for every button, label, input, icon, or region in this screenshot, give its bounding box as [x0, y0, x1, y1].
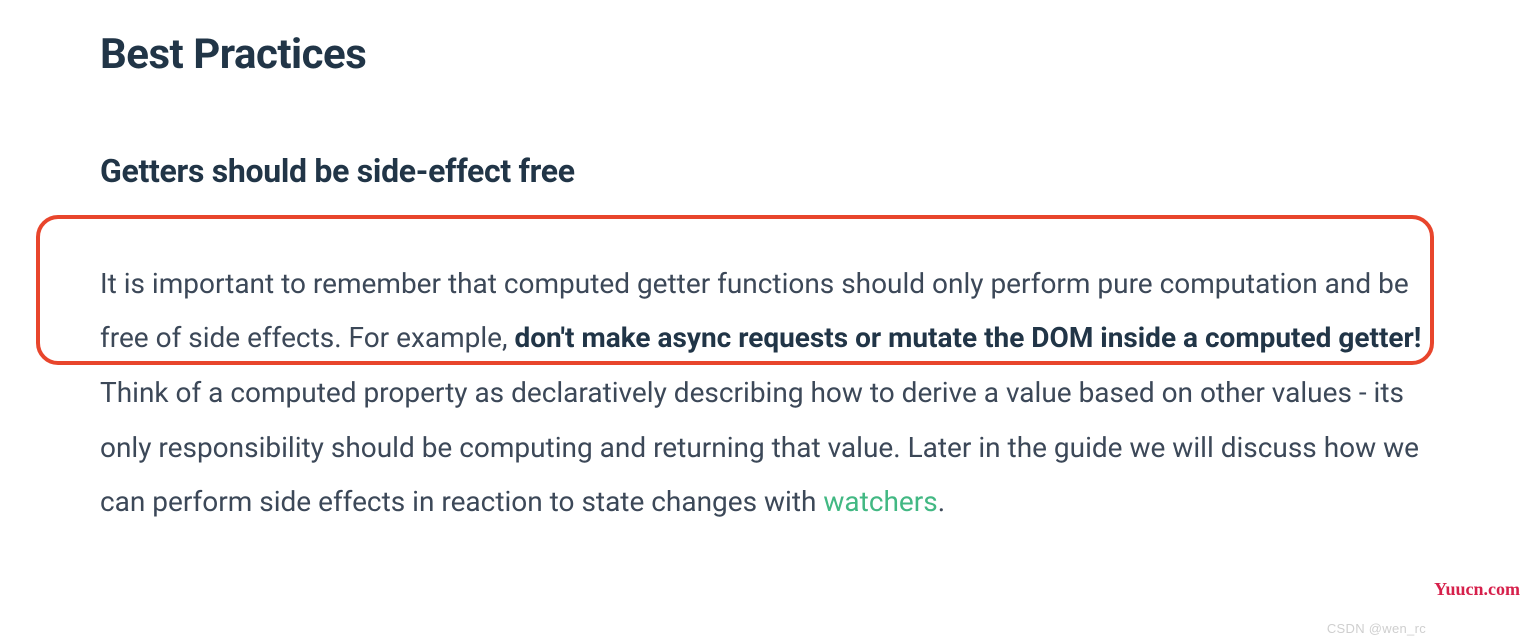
document-content: Best Practices Getters should be side-ef…	[100, 30, 1440, 530]
paragraph-text-3: .	[938, 485, 945, 518]
paragraph-wrapper: It is important to remember that compute…	[100, 221, 1440, 530]
watermark-yuucn: Yuucn.com	[1434, 579, 1520, 600]
watchers-link[interactable]: watchers	[823, 485, 937, 518]
watermark-csdn: CSDN @wen_rc	[1327, 621, 1426, 636]
paragraph-bold: don't make async requests or mutate the …	[514, 321, 1421, 354]
subsection-title: Getters should be side-effect free	[100, 152, 1440, 190]
section-title: Best Practices	[100, 30, 1440, 80]
paragraph-text-2: Think of a computed property as declarat…	[100, 376, 1419, 518]
body-paragraph: It is important to remember that compute…	[100, 221, 1440, 530]
